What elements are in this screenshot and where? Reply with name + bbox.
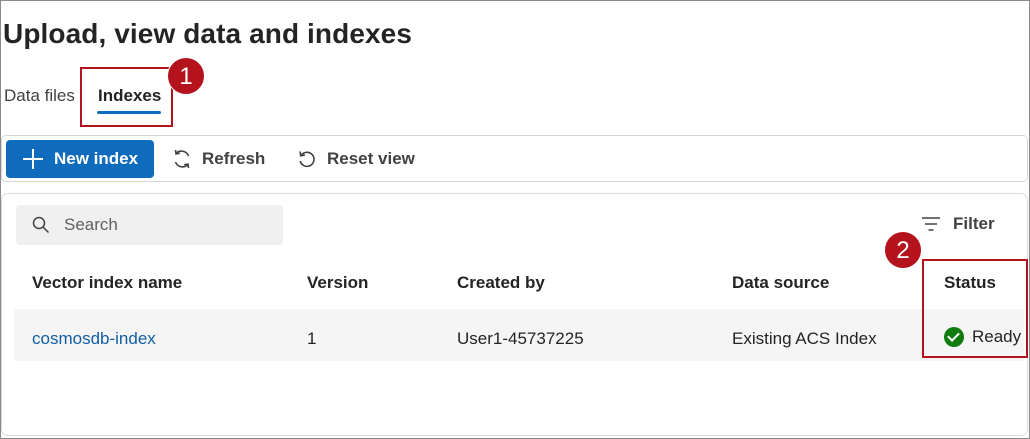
refresh-icon: [174, 149, 190, 169]
column-header-version[interactable]: Version: [307, 273, 368, 293]
command-bar: New index Refresh Reset view: [1, 135, 1028, 182]
callout-box-status: [922, 259, 1028, 358]
column-header-data-source[interactable]: Data source: [732, 273, 829, 293]
plus-icon: [22, 148, 44, 170]
new-index-label: New index: [54, 149, 139, 168]
undo-icon: [299, 151, 315, 168]
column-header-name[interactable]: Vector index name: [32, 273, 182, 293]
page-title: Upload, view data and indexes: [3, 18, 413, 49]
tab-data-files[interactable]: Data files: [4, 86, 75, 106]
reset-view-label: Reset view: [327, 149, 415, 168]
filter-icon: [922, 217, 940, 231]
created-by-cell: User1-45737225: [457, 329, 584, 348]
refresh-button[interactable]: Refresh: [172, 140, 265, 178]
callout-box-tab: [80, 67, 173, 127]
index-name-link[interactable]: cosmosdb-index: [32, 329, 156, 349]
column-header-created-by[interactable]: Created by: [457, 273, 545, 293]
filter-label: Filter: [953, 214, 995, 233]
refresh-label: Refresh: [202, 149, 266, 168]
reset-view-button[interactable]: Reset view: [297, 140, 415, 178]
search-input[interactable]: Search: [16, 205, 283, 245]
callout-badge-2: 2: [884, 231, 922, 269]
search-icon: [32, 216, 50, 234]
search-placeholder: Search: [64, 215, 118, 234]
new-index-button[interactable]: New index: [6, 140, 154, 178]
callout-badge-1: 1: [167, 57, 205, 95]
data-source-cell: Existing ACS Index: [732, 329, 877, 348]
filter-button[interactable]: Filter: [921, 214, 995, 234]
version-cell: 1: [307, 329, 317, 348]
